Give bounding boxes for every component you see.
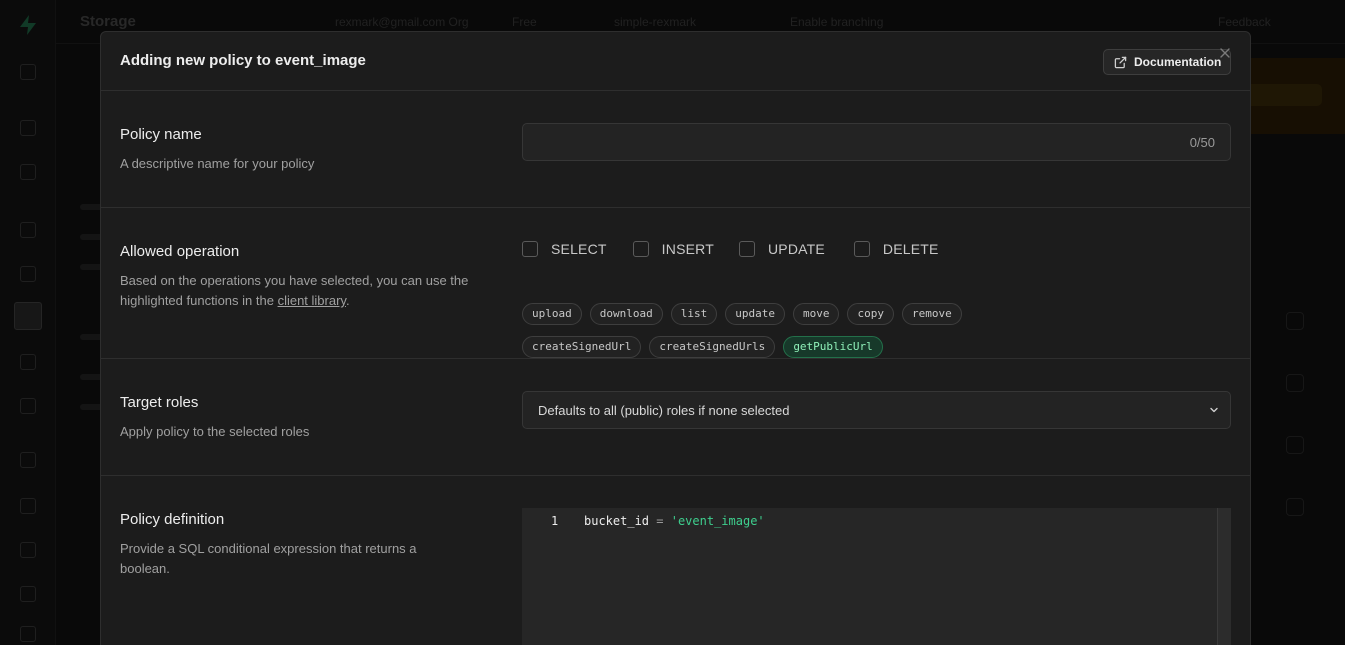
external-link-icon bbox=[1114, 56, 1127, 68]
line-number: 1 bbox=[551, 514, 559, 528]
modal-header: Adding new policy to event_image Documen… bbox=[101, 32, 1250, 91]
target-roles-select[interactable]: Defaults to all (public) roles if none s… bbox=[522, 391, 1231, 429]
policy-definition-description: Provide a SQL conditional expression tha… bbox=[120, 541, 417, 576]
allowed-operation-description: Based on the operations you have selecte… bbox=[120, 273, 469, 308]
delete-checkbox[interactable] bbox=[853, 241, 870, 257]
operation-checkboxes: SELECT INSERT UPDATE DELETE bbox=[522, 241, 959, 257]
function-chip: createSignedUrls bbox=[649, 336, 776, 358]
allowed-operation-title: Allowed operation bbox=[120, 243, 240, 260]
insert-checkbox[interactable] bbox=[632, 241, 649, 257]
add-policy-modal: Adding new policy to event_image Documen… bbox=[100, 31, 1251, 645]
target-roles-description: Apply policy to the selected roles bbox=[120, 424, 310, 439]
select-checkbox[interactable] bbox=[522, 241, 538, 257]
policy-definition-title: Policy definition bbox=[120, 511, 225, 528]
policy-name-description: A descriptive name for your policy bbox=[120, 156, 315, 171]
code-line[interactable]: bucket_id = 'event_image' bbox=[584, 514, 765, 528]
editor-scrollbar[interactable] bbox=[1217, 508, 1231, 645]
target-roles-placeholder: Defaults to all (public) roles if none s… bbox=[538, 403, 790, 418]
policy-name-counter: 0/50 bbox=[1189, 135, 1215, 150]
function-chip-highlighted: getPublicUrl bbox=[783, 336, 883, 358]
function-chip: createSignedUrl bbox=[522, 336, 642, 358]
operation-update[interactable]: UPDATE bbox=[738, 241, 825, 257]
policy-definition-section: Policy definition Provide a SQL conditio… bbox=[101, 476, 1250, 645]
client-library-link[interactable]: client library bbox=[278, 293, 346, 308]
function-chip: list bbox=[670, 303, 718, 325]
function-chip: copy bbox=[847, 303, 894, 325]
function-chips-row-1: upload download list update move copy re… bbox=[522, 303, 962, 325]
policy-name-title: Policy name bbox=[120, 126, 202, 143]
documentation-button[interactable]: Documentation bbox=[1103, 49, 1231, 75]
chevron-down-icon bbox=[1210, 407, 1218, 413]
function-chip: download bbox=[589, 303, 663, 325]
function-chips-row-2: createSignedUrl createSignedUrls getPubl… bbox=[522, 336, 883, 358]
function-chip: update bbox=[725, 303, 785, 325]
modal-title: Adding new policy to event_image bbox=[120, 52, 366, 69]
target-roles-title: Target roles bbox=[120, 394, 199, 411]
target-roles-section: Target roles Apply policy to the selecte… bbox=[101, 359, 1250, 476]
allowed-operation-section: Allowed operation Based on the operation… bbox=[101, 208, 1250, 359]
operation-select[interactable]: SELECT bbox=[522, 241, 607, 257]
close-icon[interactable] bbox=[1218, 46, 1232, 60]
sql-editor[interactable]: 1 bucket_id = 'event_image' bbox=[522, 508, 1231, 645]
function-chip: remove bbox=[901, 303, 962, 325]
policy-name-section: Policy name A descriptive name for your … bbox=[101, 91, 1250, 208]
documentation-label: Documentation bbox=[1134, 55, 1222, 69]
policy-name-input[interactable]: 0/50 bbox=[522, 123, 1231, 161]
update-checkbox[interactable] bbox=[738, 241, 755, 257]
function-chip: upload bbox=[522, 303, 582, 325]
operation-delete[interactable]: DELETE bbox=[853, 241, 939, 257]
function-chip: move bbox=[792, 303, 840, 325]
operation-insert[interactable]: INSERT bbox=[632, 241, 714, 257]
